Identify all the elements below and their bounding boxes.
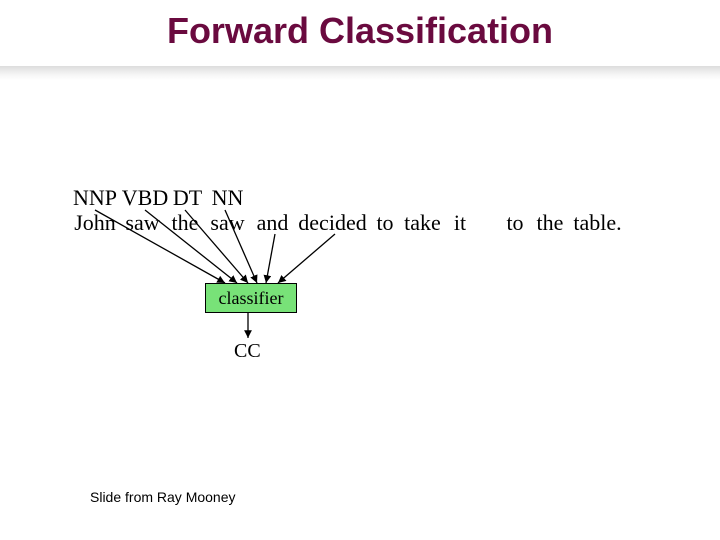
token-to2: to [500,210,530,236]
tag-vbd: VBD [120,185,170,211]
token-saw1: saw [120,210,165,236]
classifier-box: classifier [205,283,297,313]
token-decided: decided [295,210,370,236]
token-john: John [70,210,120,236]
token-take: take [400,210,445,236]
slide: Forward Classification NNPVBDDTNN Johnsa… [0,0,720,540]
output-tag: CC [234,340,261,363]
token-saw2: saw [205,210,250,236]
token-the2: the [530,210,570,236]
credit: Slide from Ray Mooney [90,489,236,505]
tag-dt: DT [170,185,205,211]
sentence: Johnsawthesawanddecidedtotakeittothetabl… [70,210,625,236]
arrows-layer [0,0,720,540]
token-table: table. [570,210,625,236]
slide-title: Forward Classification [0,10,720,52]
tag-nnp: NNP [70,185,120,211]
pos-tag-row: NNPVBDDTNN [70,185,250,211]
token-to1: to [370,210,400,236]
token-it: it [445,210,475,236]
token-and: and [250,210,295,236]
tag-nn: NN [205,185,250,211]
token-the1: the [165,210,205,236]
title-underline [0,66,720,80]
